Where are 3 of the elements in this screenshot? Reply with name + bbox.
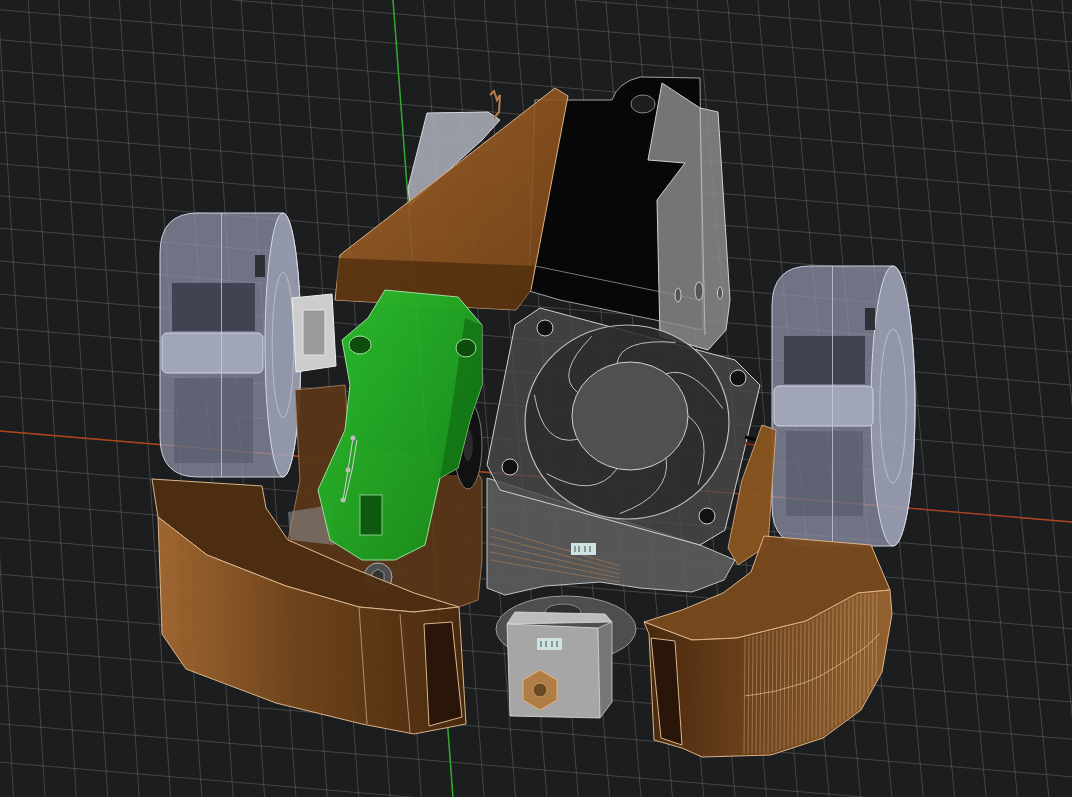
nozzle-icon	[522, 669, 558, 711]
tag-icon	[537, 638, 562, 650]
tag-icon	[571, 543, 596, 555]
